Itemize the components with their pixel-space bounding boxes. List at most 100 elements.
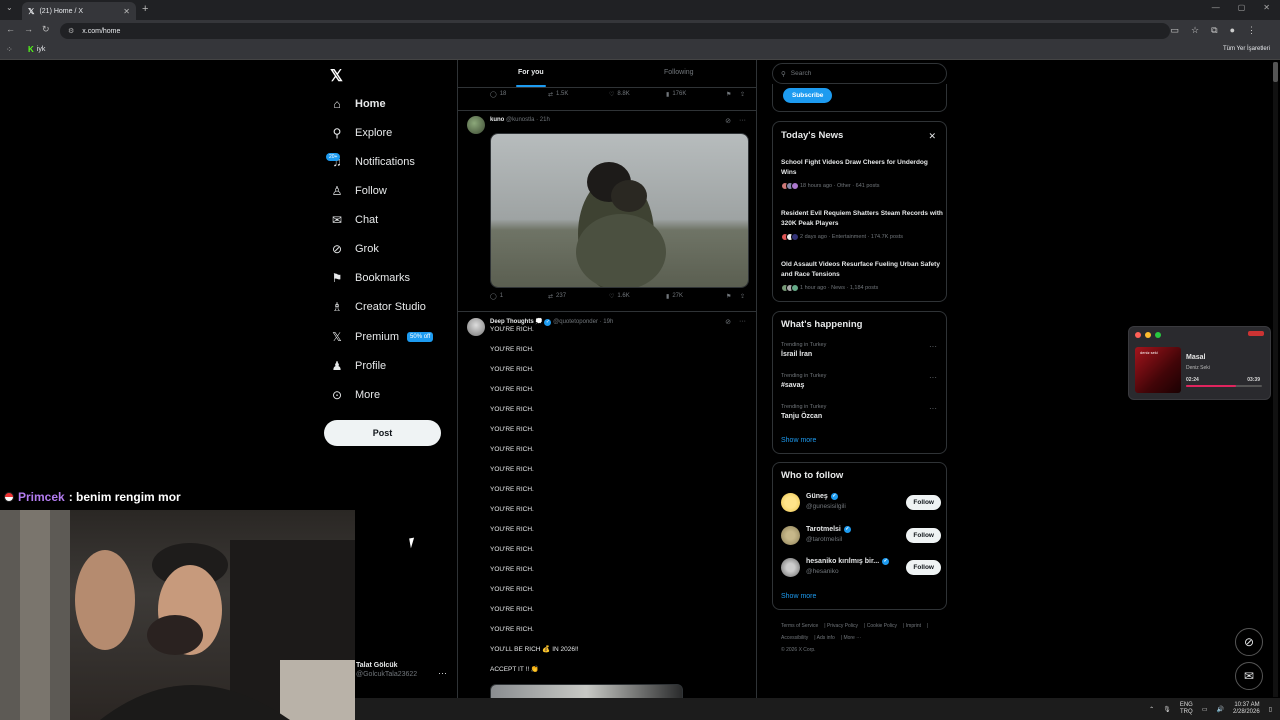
more-icon[interactable]: ···: [739, 318, 746, 326]
trend-item[interactable]: Trending in Turkey #savaş: [781, 373, 826, 389]
profile-icon[interactable]: ●: [1230, 25, 1235, 36]
nav-grok[interactable]: ⊘ Grok: [330, 239, 379, 259]
language-indicator[interactable]: ENG TRQ: [1180, 702, 1193, 716]
more-icon[interactable]: ···: [929, 373, 937, 382]
more-icon[interactable]: ···: [929, 404, 937, 413]
avatar[interactable]: [467, 318, 485, 336]
close-icon[interactable]: ✕: [928, 131, 936, 142]
all-bookmarks[interactable]: Tüm Yer İşaretleri: [1223, 46, 1270, 52]
subscribe-button[interactable]: Subscribe: [783, 88, 833, 103]
trend-item[interactable]: Trending in Turkey İsrail İran: [781, 342, 826, 358]
music-close-button[interactable]: [1248, 331, 1264, 336]
tweet-author[interactable]: kuno: [490, 117, 504, 123]
footer-link[interactable]: Privacy Policy: [827, 623, 858, 629]
nav-home[interactable]: ⌂ Home: [330, 94, 385, 114]
repost-button[interactable]: ⇄ 237: [548, 293, 566, 300]
messages-fab-icon[interactable]: ✉: [1235, 662, 1263, 690]
omnibox[interactable]: ⚙ x.com/home: [60, 23, 1170, 39]
scrollbar[interactable]: [1273, 62, 1278, 697]
news-item[interactable]: School Fight Videos Draw Cheers for Unde…: [781, 158, 943, 190]
follow-suggestion[interactable]: Tarotmelsi ✓ @tarotmelsil Follow: [781, 526, 941, 546]
music-player-widget[interactable]: deniz seki Masal Deniz Seki 02:24 03:39: [1128, 326, 1271, 400]
bookmark-icon[interactable]: ⚑: [726, 293, 731, 300]
views-button[interactable]: ▮ 27K: [666, 293, 683, 300]
bookmark-icon[interactable]: ⚑: [726, 91, 731, 98]
tray-overflow-icon[interactable]: ⌃: [1149, 706, 1154, 713]
minimize-icon[interactable]: —: [1212, 3, 1220, 12]
nav-chat[interactable]: ✉ Chat: [330, 210, 378, 230]
footer-link[interactable]: More ···: [843, 635, 861, 641]
scrollbar-thumb[interactable]: [1273, 62, 1278, 82]
avatar[interactable]: [781, 493, 800, 512]
apps-icon[interactable]: ⁘: [6, 45, 13, 54]
close-dot-icon[interactable]: [1135, 332, 1141, 338]
grok-icon[interactable]: ⊘: [725, 117, 731, 125]
cast-icon[interactable]: ▭: [1171, 25, 1180, 36]
nav-profile[interactable]: ♟ Profile: [330, 356, 387, 376]
tweet-author[interactable]: Deep Thoughts 💭: [490, 319, 543, 325]
nav-premium[interactable]: 𝕏 Premium 50% off: [330, 327, 434, 347]
show-more-link[interactable]: Show more: [781, 437, 816, 444]
share-icon[interactable]: ⇪: [740, 91, 745, 98]
minimize-dot-icon[interactable]: [1145, 332, 1151, 338]
tweet-handle[interactable]: @quotetoponder · 19h: [553, 319, 613, 325]
like-button[interactable]: ♡ 8.8K: [609, 91, 630, 98]
star-icon[interactable]: ☆: [1191, 25, 1199, 36]
maximize-dot-icon[interactable]: [1155, 332, 1161, 338]
more-icon[interactable]: ···: [739, 117, 746, 125]
nav-creator-studio[interactable]: ♗ Creator Studio: [330, 297, 426, 317]
share-icon[interactable]: ⇪: [740, 293, 745, 300]
tab-for-you[interactable]: For you: [518, 69, 544, 76]
avatar[interactable]: [781, 526, 800, 545]
window-close-icon[interactable]: ✕: [1263, 3, 1270, 12]
footer-link[interactable]: Terms of Service: [781, 623, 818, 629]
like-button[interactable]: ♡ 1.6K: [609, 293, 630, 300]
news-item[interactable]: Resident Evil Requiem Shatters Steam Rec…: [781, 209, 943, 241]
browser-tab[interactable]: 𝕏 (21) Home / X ✕: [22, 2, 136, 20]
views-button[interactable]: ▮ 176K: [666, 91, 686, 98]
avatar[interactable]: [781, 558, 800, 577]
footer-link[interactable]: Ads info: [817, 635, 835, 641]
x-logo-icon[interactable]: 𝕏: [330, 66, 343, 86]
nav-bookmarks[interactable]: ⚑ Bookmarks: [330, 268, 410, 288]
follow-suggestion[interactable]: hesaniko kırılmış bir... ✓ @hesaniko Foll…: [781, 558, 941, 578]
follow-button[interactable]: Follow: [906, 560, 941, 575]
follow-button[interactable]: Follow: [906, 495, 941, 510]
maximize-icon[interactable]: ▢: [1238, 3, 1246, 12]
nav-follow[interactable]: ♙ Follow: [330, 181, 387, 201]
footer-link[interactable]: Cookie Policy: [867, 623, 897, 629]
follow-button[interactable]: Follow: [906, 528, 941, 543]
extensions-icon[interactable]: ⧉: [1211, 25, 1217, 36]
post-button[interactable]: Post: [324, 420, 441, 446]
back-icon[interactable]: ←: [6, 24, 15, 35]
tab-close-icon[interactable]: ✕: [123, 7, 130, 16]
search-input[interactable]: ⚲ Search: [772, 63, 947, 84]
nav-more[interactable]: ⊙ More: [330, 385, 380, 405]
reply-button[interactable]: ◯ 18: [490, 91, 506, 98]
news-item[interactable]: Old Assault Videos Resurface Fueling Urb…: [781, 260, 943, 292]
browser-menu-icon[interactable]: ⋮: [1247, 25, 1256, 36]
avatar[interactable]: [467, 116, 485, 134]
footer-link[interactable]: Imprint: [906, 623, 921, 629]
grok-fab-icon[interactable]: ⊘: [1235, 628, 1263, 656]
clock[interactable]: 10:37 AM 2/28/2026: [1233, 702, 1260, 716]
network-icon[interactable]: ▭: [1202, 706, 1208, 713]
show-more-link[interactable]: Show more: [781, 593, 816, 600]
tab-search-icon[interactable]: ⌄: [6, 3, 13, 12]
bookmark-kick[interactable]: K iyk: [28, 45, 45, 54]
new-tab-icon[interactable]: +: [142, 3, 148, 15]
site-info-icon[interactable]: ⚙: [68, 27, 74, 35]
track-progress[interactable]: [1186, 385, 1262, 387]
trend-item[interactable]: Trending in Turkey Tanju Özcan: [781, 404, 826, 420]
account-more-icon[interactable]: ···: [438, 668, 447, 678]
nav-notifications[interactable]: ♫ Notifications: [330, 152, 415, 172]
more-icon[interactable]: ···: [929, 342, 937, 351]
reply-button[interactable]: ◯ 1: [490, 293, 503, 300]
tab-following[interactable]: Following: [664, 69, 694, 76]
mic-icon[interactable]: 🎙: [1163, 706, 1171, 713]
grok-icon[interactable]: ⊘: [725, 318, 731, 326]
tweet-image[interactable]: [490, 133, 749, 288]
reload-icon[interactable]: ↻: [42, 24, 50, 35]
repost-button[interactable]: ⇄ 1.5K: [548, 91, 568, 98]
notifications-icon[interactable]: ▯: [1269, 706, 1272, 713]
